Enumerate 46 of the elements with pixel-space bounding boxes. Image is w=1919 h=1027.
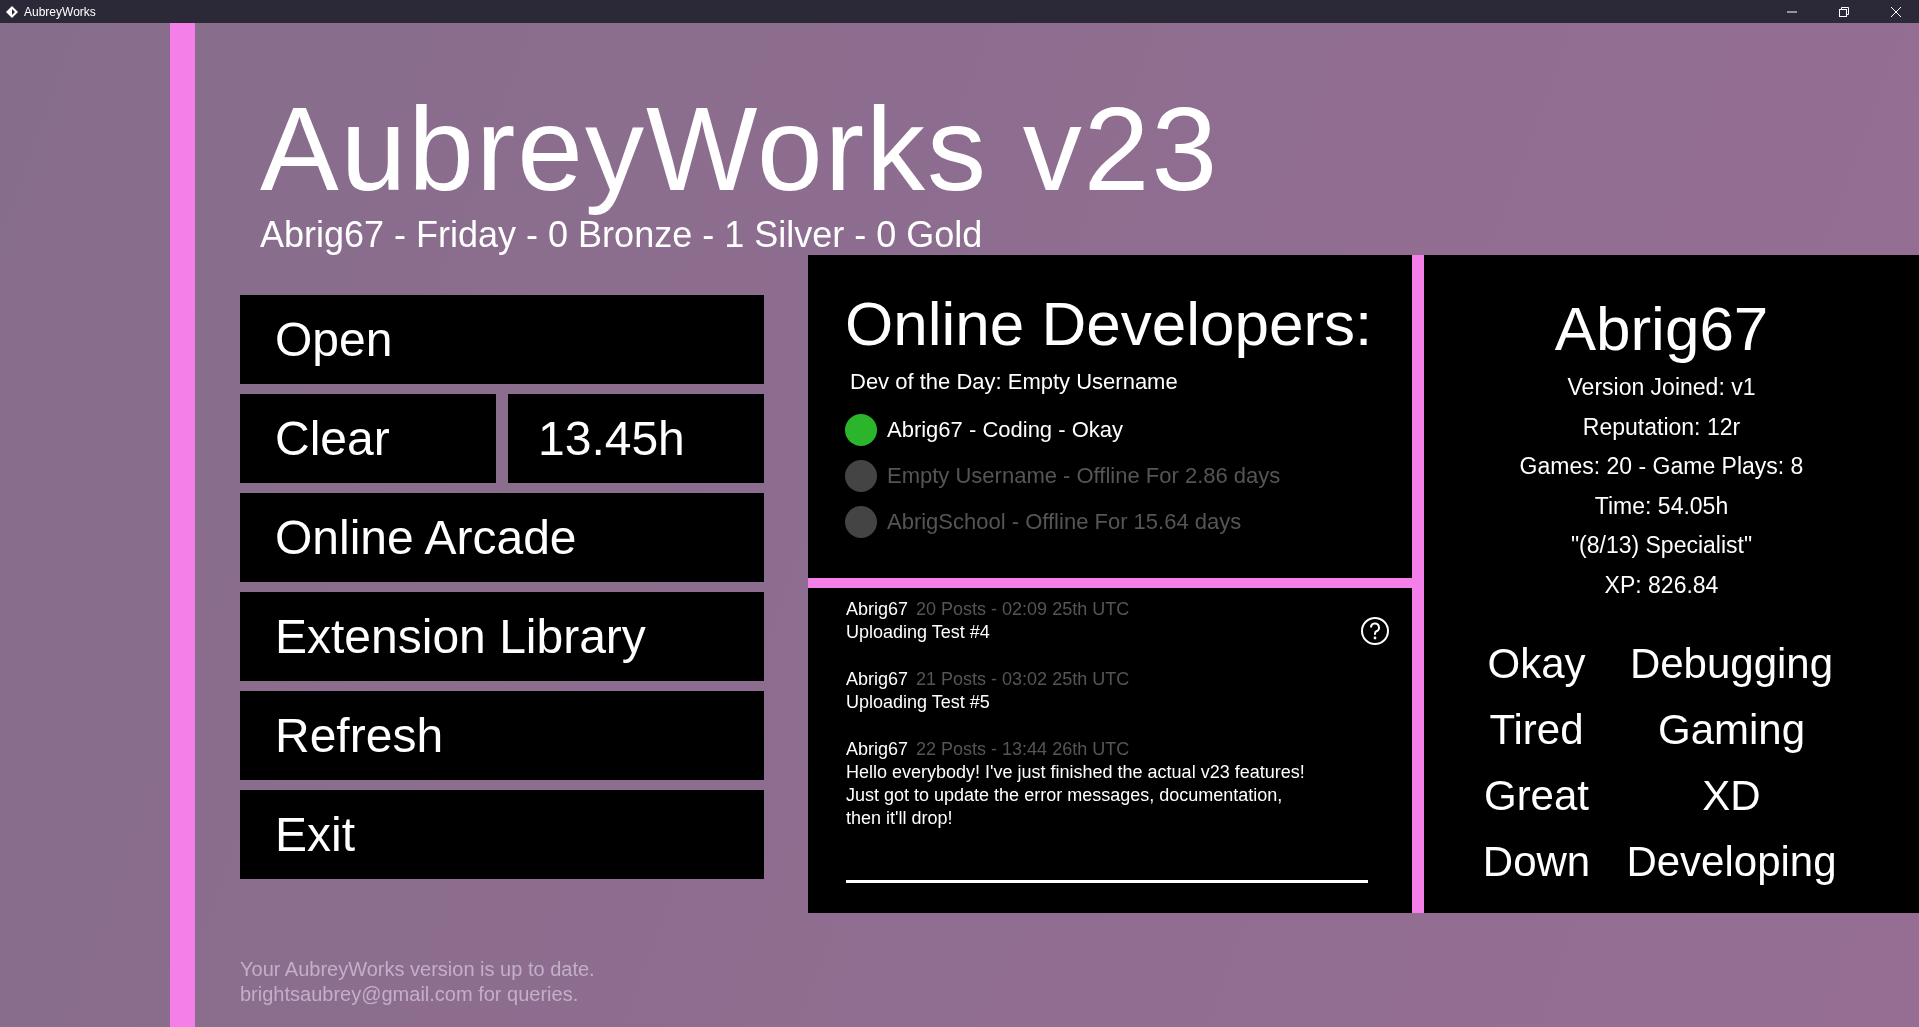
help-icon[interactable] (1360, 616, 1390, 646)
close-icon[interactable] (1891, 6, 1901, 17)
menu-button[interactable]: Refresh (240, 691, 764, 780)
menu-button[interactable]: Exit (240, 790, 764, 879)
window-title: AubreyWorks (24, 4, 97, 19)
post-text: Hello everybody! I've just finished the actual v23 features! Just got to update the error messages, documentation, then it'll drop! (846, 761, 1306, 830)
developer-entry: AbrigSchool - Offline For 15.64 days (887, 509, 1242, 535)
footer-note: brightsaubrey@gmail.com for queries. (240, 982, 580, 1007)
developer-entry: Abrig67 - Coding - Okay (887, 417, 1123, 443)
profile-stat: Reputation: 12r (1582, 412, 1741, 442)
developer-entry: Empty Username - Offline For 2.86 days (887, 463, 1281, 489)
profile-stat: Games: 20 - Game Plays: 8 (1519, 452, 1804, 481)
panel-title: Online Developers: (845, 289, 1374, 359)
restore-icon[interactable] (1839, 6, 1849, 17)
status-option[interactable]: Okay (1471, 637, 1602, 691)
app-title: AubreyWorks v23 (260, 83, 1220, 215)
dev-of-the-day: Dev of the Day: Empty Username (850, 369, 1392, 395)
profile-stat: "(8/13) Specialist" (1570, 531, 1753, 560)
menu-button[interactable]: Clear (240, 394, 496, 483)
post-author: Abrig67 (846, 599, 909, 619)
profile-stat: Time: 54.05h (1594, 491, 1729, 521)
post-author: Abrig67 (846, 669, 909, 689)
status-option[interactable]: XD (1621, 769, 1842, 823)
post-author: Abrig67 (846, 739, 909, 759)
menu-button[interactable]: Online Arcade (240, 493, 764, 582)
app-logo-icon (6, 5, 18, 18)
status-option[interactable]: Gaming (1621, 703, 1842, 757)
time-readout: 13.45h (508, 394, 764, 483)
status-option[interactable]: Debugging (1621, 637, 1842, 691)
post-input-line[interactable] (846, 880, 1368, 883)
menu-button[interactable]: Extension Library (240, 592, 764, 681)
post-text: Uploading Test #4 (846, 621, 991, 644)
profile-stat: Version Joined: v1 (1567, 373, 1756, 402)
post-meta: 20 Posts - 02:09 25th UTC (916, 599, 1130, 619)
profile-name: Abrig67 (1554, 293, 1769, 365)
status-option[interactable]: Tired (1471, 703, 1602, 757)
menu-button[interactable]: Open (240, 295, 764, 384)
footer-note: Your AubreyWorks version is up to date. (240, 957, 596, 982)
status-option[interactable]: Developing (1621, 835, 1842, 889)
post-meta: 21 Posts - 03:02 25th UTC (916, 669, 1130, 689)
status-option[interactable]: Great (1471, 769, 1602, 823)
status-option[interactable]: Down (1471, 835, 1602, 889)
profile-stat: XP: 826.84 (1604, 570, 1719, 600)
post-meta: 22 Posts - 13:44 26th UTC (916, 739, 1130, 759)
post-text: Uploading Test #5 (846, 691, 991, 714)
user-summary: Abrig67 - Friday - 0 Bronze - 1 Silver - 0 Gold (260, 215, 984, 255)
